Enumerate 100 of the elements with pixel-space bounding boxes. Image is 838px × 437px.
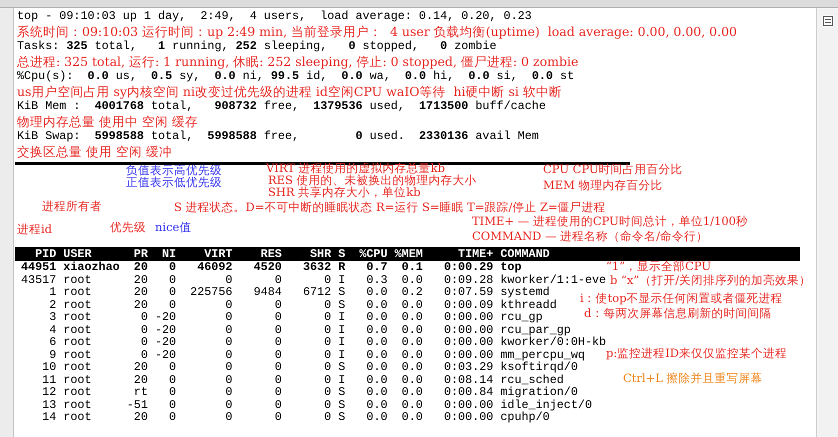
column-header: RES [260,247,282,261]
table-cell-text: 20 [132,274,148,286]
table-cell-text: 0.1 [400,261,423,274]
table-cell-text: 20 [132,261,148,274]
column-header: SHR [309,247,332,261]
table-cell-text: 0 [224,324,232,336]
table-cell-text: 0 [168,398,176,411]
table-cell-text: 13 [41,398,56,411]
table-cell-text: 0 [323,411,332,424]
table-cell-text: 9 [48,348,56,361]
table-cell: kworker/1:1-eve [500,274,606,286]
table-cell-text: 0 [274,386,282,398]
table-cell-text: 0:00.29 [442,261,494,274]
table-cell: ksoftirqd/0 [500,361,578,374]
column-header: S [338,247,346,261]
table-cell: S [338,286,346,298]
table-cell-text: 0 [168,374,176,386]
table-cell: I [338,336,346,348]
table-cell-text: 3632 [302,261,332,274]
annotation-text: 正值表示低优先级 [126,176,222,188]
table-cell-text: 0 [274,361,282,374]
table-cell: migration/0 [500,386,578,398]
table-cell-text: 0 [323,311,332,324]
table-cell-text: 4 [48,324,56,336]
annotation-text: CPU CPU时间占用百分比 [543,163,683,175]
terminal-line: %Cpu(s): 0.0 us, 0.5 sy, 0.0 ni, 99.5 id, 0.0 wa, 0.0 hi, 0.0 si, 0.0 st [17,69,576,84]
table-cell-text: root [63,311,93,324]
annotation-text: “1”，显示全部CPU [606,260,712,272]
table-cell-text: 0 [323,361,332,374]
table-cell: rcu_sched [500,374,564,386]
table-cell-text: 0 [140,348,148,361]
table-cell-text: 0:09.28 [442,274,494,286]
table-cell-text: 12 [41,386,56,398]
table-cell: rcu_gp [500,311,543,324]
column-header: COMMAND [500,247,550,261]
table-cell-text: 0.2 [400,286,423,298]
table-cell-text: 6712 [302,286,332,298]
table-cell: -51 [126,398,148,411]
table-cell-text: 0:07.59 [442,286,494,298]
annotation-text: S 进程状态。D=不可中断的睡眠状态 R=运行 S=睡眠 T=跟踪/停止 Z=僵尸进程 [174,201,606,213]
table-cell-text: 2 [48,298,56,311]
table-cell-text: 0 [224,411,232,424]
annotation-text: 进程id [17,223,52,235]
table-cell-text: 0.0 [365,286,388,298]
table-cell: I [338,374,346,386]
table-cell-text: 20 [132,298,148,311]
table-cell: -20 [154,336,176,348]
table-cell-text: 20 [132,374,148,386]
table-cell-text: root [63,298,93,311]
table-cell-text: 0 [168,361,176,374]
table-cell-text: root [63,361,93,374]
table-cell-text: root [63,411,93,424]
table-cell: top [500,261,522,274]
table-cell-text: 6 [48,336,56,348]
table-cell-text: 0 [140,336,148,348]
annotation-text: TIME+ — 进程使用的CPU时间总计，单位1/100秒 [472,215,748,227]
annotation-text: 负值表示高优先级 [126,164,222,176]
table-cell-text: 0 [274,311,282,324]
table-cell-text: 0 [224,298,232,311]
table-cell-text: 0.0 [365,398,388,411]
table-cell: I [338,324,346,336]
column-header: VIRT [203,247,232,261]
column-header: NI [160,247,176,261]
table-cell-text: 0 [274,348,282,361]
table-cell-text: root [63,286,93,298]
table-cell-text: 0 [168,286,176,298]
column-header: %MEM [394,247,423,261]
table-cell-text: 0 [168,298,176,311]
table-cell-text: 0 [168,274,176,286]
table-cell-text: 0 [323,336,332,348]
table-cell-text: 1 [48,286,56,298]
table-cell-text: 0:03.29 [442,361,494,374]
table-cell-text: 0.0 [365,374,388,386]
table-cell: S [338,386,346,398]
table-cell-text: 0.0 [365,361,388,374]
table-cell-text: 0 [274,411,282,424]
menu-icon[interactable] [822,16,832,26]
table-cell-text: 0 [323,298,332,311]
table-cell-text: 9484 [252,286,282,298]
table-cell-text: 11 [41,374,56,386]
table-cell-text: 0 [168,261,176,274]
table-cell-text: 0 [224,348,232,361]
table-cell-text: 0.0 [400,324,423,336]
scrollbar[interactable] [816,8,838,437]
annotation-text: VIRT 进程使用的虚拟内存总量kb [266,162,445,174]
table-cell-text: 0.0 [365,311,388,324]
table-cell-text: 0:00.00 [442,324,494,336]
table-cell-text: root [63,274,93,286]
table-cell: mm_percpu_wq [500,348,585,361]
table-cell-text: 0 [274,324,282,336]
table-cell-text: 46092 [196,261,232,274]
table-cell-text: 0 [323,386,332,398]
table-cell-text: 0.0 [400,298,423,311]
table-cell-text: root [63,374,93,386]
table-cell-text: 0:00.00 [442,398,494,411]
annotation-text: RES 使用的、未被换出的物理内存大小 [268,174,477,186]
table-cell-text: 0 [274,336,282,348]
table-cell: -20 [154,324,176,336]
table-cell-text: 0 [224,311,232,324]
table-cell: 43517 [21,274,56,286]
